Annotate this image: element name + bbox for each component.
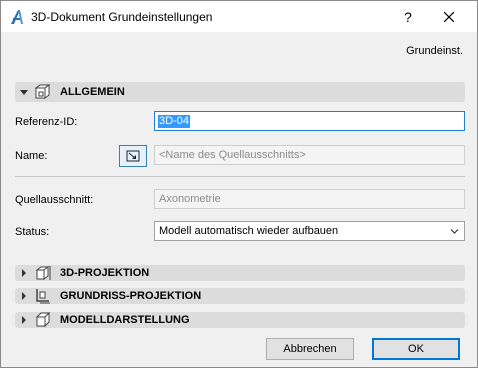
close-icon (443, 11, 455, 23)
status-label: Status: (15, 226, 50, 238)
title-bar: 3D-Dokument Grundeinstellungen ? (1, 1, 477, 32)
name-input[interactable]: <Name des Quellausschnitts> (154, 145, 465, 165)
3d-document-icon (34, 84, 51, 99)
window-title: 3D-Dokument Grundeinstellungen (31, 10, 213, 24)
reference-id-label: Referenz-ID: (15, 116, 78, 128)
cancel-button[interactable]: Abbrechen (266, 338, 354, 360)
section-floorplan-projection-label: GRUNDRISS-PROJEKTION (60, 290, 202, 302)
link-name-button[interactable] (119, 145, 147, 167)
chevron-down-icon (450, 229, 459, 234)
source-input: Axonometrie (154, 189, 465, 209)
collapsed-triangle-icon (22, 316, 26, 324)
section-general-label: ALLGEMEIN (60, 86, 125, 98)
dialog-content: Grundeinst. ALLGEMEIN Referenz-ID: 3D-04… (1, 32, 477, 367)
collapsed-triangle-icon (22, 292, 26, 300)
3d-projection-icon (35, 266, 51, 280)
floorplan-projection-icon (36, 289, 50, 304)
ok-button[interactable]: OK (372, 338, 460, 360)
close-button[interactable] (431, 5, 467, 29)
section-model-display-label: MODELLDARSTELLUNG (60, 314, 190, 326)
section-general[interactable]: ALLGEMEIN (15, 82, 465, 102)
dialog-window: 3D-Dokument Grundeinstellungen ? Grundei… (0, 0, 478, 368)
expanded-triangle-icon (20, 90, 28, 95)
section-model-display[interactable]: MODELLDARSTELLUNG (15, 311, 465, 328)
status-value: Modell automatisch wieder aufbauen (159, 225, 339, 237)
section-3d-projection[interactable]: 3D-PROJEKTION (15, 265, 465, 281)
collapsed-triangle-icon (22, 269, 26, 277)
model-display-icon (35, 311, 51, 328)
help-button[interactable]: ? (393, 5, 423, 29)
name-label: Name: (15, 150, 48, 162)
section-3d-projection-label: 3D-PROJEKTION (60, 267, 150, 279)
reference-id-value: 3D-04 (158, 115, 190, 128)
preset-label: Grundeinst. (406, 45, 463, 57)
reference-id-input[interactable]: 3D-04 (154, 111, 465, 131)
section-floorplan-projection[interactable]: GRUNDRISS-PROJEKTION (15, 288, 465, 304)
link-arrow-icon (126, 150, 140, 162)
status-dropdown[interactable]: Modell automatisch wieder aufbauen (154, 221, 465, 241)
archicad-app-icon (11, 10, 23, 24)
source-label: Quellausschnitt: (15, 194, 94, 206)
divider (15, 176, 465, 177)
